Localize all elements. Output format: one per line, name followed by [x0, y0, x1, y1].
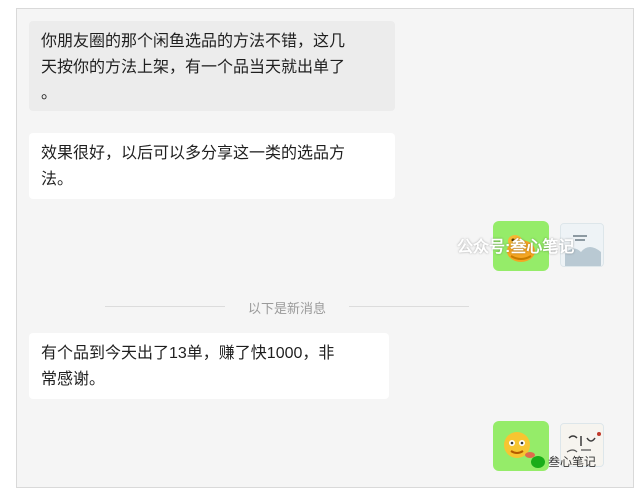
- divider-line-right: [349, 306, 469, 307]
- watermark-bottom-text: 叁心笔记: [548, 455, 597, 469]
- new-messages-divider: 以下是新消息: [247, 301, 326, 316]
- watermark-bottom: 叁心笔记: [531, 453, 596, 470]
- wechat-logo-icon: [531, 455, 545, 468]
- message-bubble-incoming[interactable]: 你朋友圈的那个闲鱼选品的方法不错，这几 天按你的方法上架，有一个品当天就出单了 …: [29, 21, 395, 111]
- watermark-top: 公众号:叁心笔记: [457, 239, 575, 256]
- divider-line-left: [105, 306, 225, 307]
- message-bubble-incoming[interactable]: 效果很好，以后可以多分享这一类的选品方 法。: [29, 133, 395, 199]
- message-bubble-incoming[interactable]: 有个品到今天出了13单，赚了快1000，非 常感谢。: [29, 333, 389, 399]
- chat-window: 你朋友圈的那个闲鱼选品的方法不错，这几 天按你的方法上架，有一个品当天就出单了 …: [16, 8, 634, 488]
